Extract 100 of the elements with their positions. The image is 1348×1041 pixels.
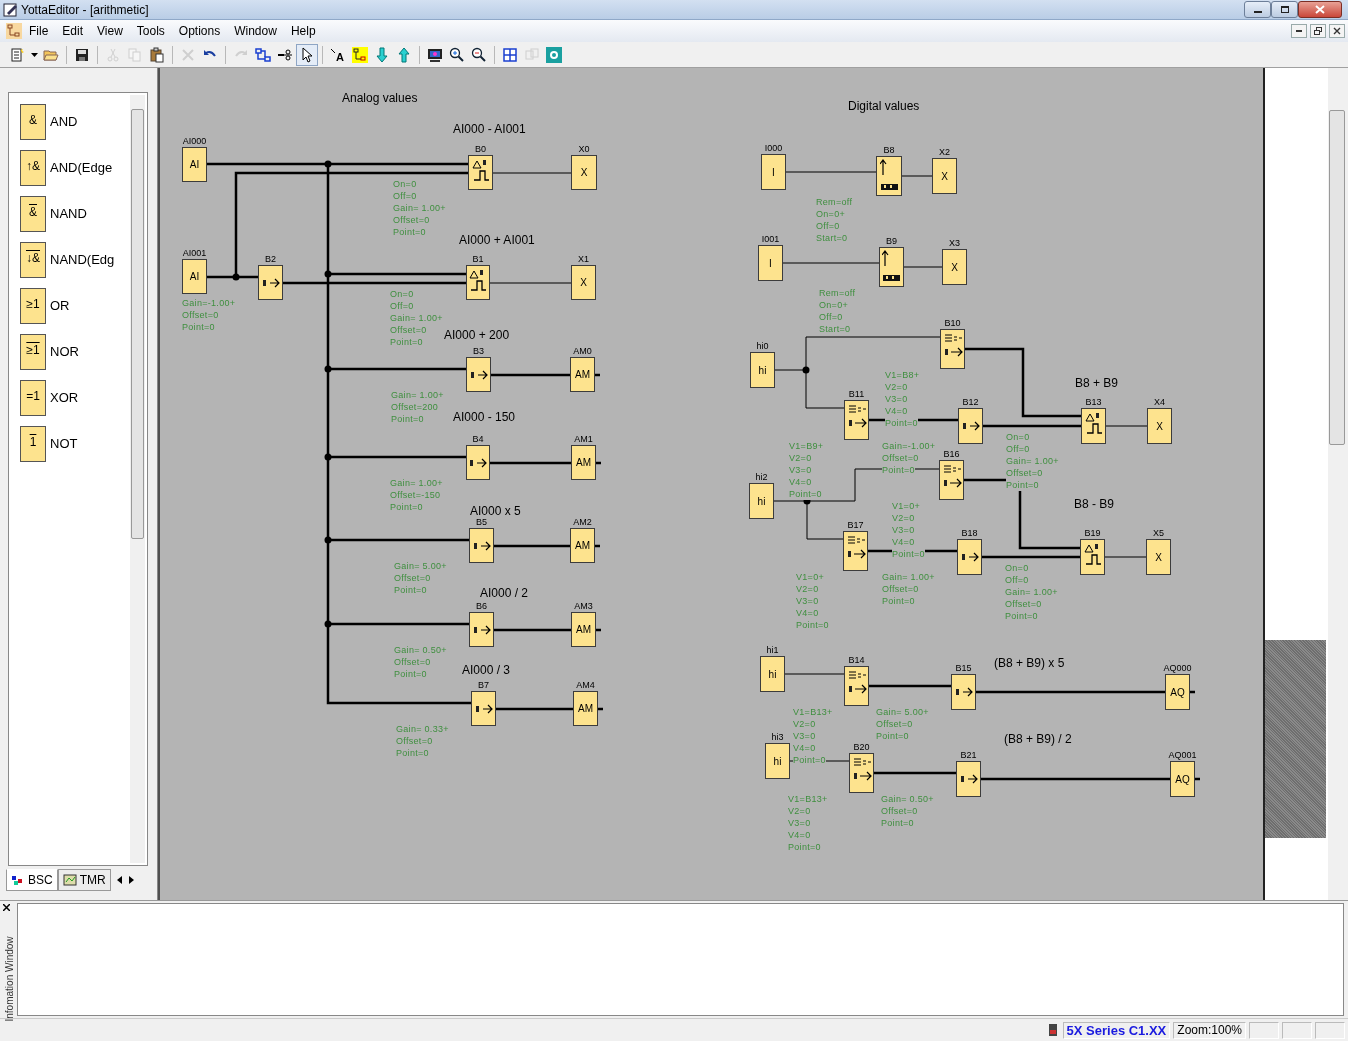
input-block[interactable]: hi (749, 483, 774, 519)
palette-item[interactable]: ↓& NAND(Edg (9, 237, 127, 283)
block-label: B5 (476, 517, 487, 527)
amplifier-block[interactable] (258, 265, 283, 300)
output-block[interactable]: AM (570, 357, 595, 392)
menu-item[interactable]: Options (171, 20, 228, 42)
counter-block[interactable] (876, 156, 902, 196)
parameter-text: Offset=0 (881, 805, 918, 817)
parameter-text: Offset=0 (394, 656, 431, 668)
amplifier-block[interactable] (956, 761, 981, 797)
parameter-text: V2=0 (793, 718, 816, 730)
block-label: AQ000 (1163, 663, 1192, 673)
input-block[interactable]: hi (765, 743, 790, 779)
output-block[interactable]: AQ (1170, 761, 1195, 797)
output-block[interactable]: AM (571, 445, 596, 480)
amplifier-block[interactable] (466, 357, 491, 392)
parameter-text: Gain= 1.00+ (1005, 586, 1058, 598)
tab[interactable]: BSC (6, 869, 58, 891)
menu-item[interactable]: Window (227, 20, 284, 42)
palette-item[interactable]: 1 NOT (9, 421, 127, 467)
output-block[interactable]: AM (573, 691, 598, 726)
diagram-heading: AI000 x 5 (470, 504, 521, 518)
multiplexer-block[interactable] (844, 400, 869, 440)
output-block[interactable]: AM (571, 612, 596, 647)
diagram-heading: AI000 + 200 (444, 328, 510, 342)
menu-item[interactable]: Tools (129, 20, 172, 42)
threshold-block[interactable] (1081, 408, 1106, 444)
counter-block[interactable] (879, 247, 904, 287)
menu-item[interactable]: Edit (55, 20, 91, 42)
diagram-heading: Analog values (342, 91, 418, 105)
app-menu-icon[interactable] (6, 23, 22, 39)
multiplexer-icon (942, 332, 963, 358)
amplifier-block[interactable] (958, 408, 983, 444)
parameter-text: On=0+ (816, 208, 846, 220)
menu-item[interactable]: View (90, 20, 130, 42)
parameter-text: V1=0+ (796, 571, 825, 583)
amplifier-block[interactable] (471, 691, 496, 726)
close-button[interactable] (0, 901, 12, 913)
menu-item[interactable]: File (22, 20, 56, 42)
parameter-text: Gain=-1.00+ (882, 440, 936, 452)
parameter-text: Point=0 (882, 464, 915, 476)
output-block[interactable]: X (571, 155, 597, 190)
amplifier-block[interactable] (957, 539, 982, 575)
minimize-button[interactable] (1244, 1, 1271, 18)
multiplexer-block[interactable] (939, 460, 964, 500)
threshold-block[interactable] (1080, 539, 1105, 575)
multiplexer-block[interactable] (849, 753, 874, 793)
amplifier-block[interactable] (951, 674, 976, 710)
output-block[interactable]: X (942, 249, 967, 285)
parameter-text: On=0 (1005, 562, 1029, 574)
multiplexer-block[interactable] (843, 531, 868, 571)
palette-item[interactable]: ≥1 NOR (9, 329, 127, 375)
tab[interactable]: TMR (57, 869, 111, 891)
threshold-block[interactable] (466, 265, 490, 300)
parameter-text: Rem=off (819, 287, 856, 299)
threshold-block[interactable] (468, 155, 493, 190)
multiplexer-block[interactable] (844, 666, 869, 706)
amplifier-icon (960, 551, 979, 563)
amplifier-block[interactable] (469, 528, 494, 563)
diagram-heading: Digital values (848, 99, 920, 113)
palette-item[interactable]: & AND (9, 99, 127, 145)
close-button[interactable] (1298, 1, 1342, 18)
palette-item[interactable]: =1 XOR (9, 375, 127, 421)
input-block[interactable]: hi (750, 352, 775, 388)
amplifier-block[interactable] (466, 445, 490, 480)
parameter-text: Point=0 (391, 413, 424, 425)
palette-item[interactable]: ≥1 OR (9, 283, 127, 329)
mdi-restore-button[interactable] (1310, 24, 1326, 38)
multiplexer-icon (845, 534, 866, 560)
gate-symbol: ≥1 (20, 288, 46, 324)
wire (901, 175, 933, 177)
block-label: B1 (472, 254, 484, 264)
parameter-text: Gain= 5.00+ (876, 706, 929, 718)
output-block[interactable]: X (1146, 539, 1171, 575)
output-block[interactable]: X (571, 265, 596, 300)
multiplexer-block[interactable] (940, 329, 965, 369)
scrollbar[interactable] (130, 95, 145, 863)
parameter-text: Point=0 (394, 584, 427, 596)
parameter-text: On=0 (1006, 431, 1030, 443)
input-block[interactable]: I (758, 245, 783, 281)
maximize-button[interactable] (1271, 1, 1298, 18)
output-block[interactable]: AQ (1165, 674, 1190, 710)
input-block[interactable]: AI (182, 147, 207, 182)
output-block[interactable]: AM (570, 528, 595, 563)
input-block[interactable]: hi (760, 656, 785, 692)
input-block[interactable]: AI (182, 259, 207, 294)
junction-dot (324, 160, 332, 168)
output-block[interactable]: X (932, 158, 957, 194)
amplifier-block[interactable] (469, 612, 494, 647)
palette-item[interactable]: ↑& AND(Edge (9, 145, 127, 191)
mdi-close-button[interactable] (1329, 24, 1345, 38)
input-block[interactable]: I (761, 154, 786, 190)
palette-item[interactable]: & NAND (9, 191, 127, 237)
output-block[interactable]: X (1147, 408, 1172, 444)
parameter-text: V4=0 (796, 607, 819, 619)
parameter-text: Gain= 1.00+ (390, 477, 443, 489)
mdi-minimize-button[interactable] (1291, 24, 1307, 38)
parameter-text: Point=0 (876, 730, 909, 742)
menu-item[interactable]: Help (283, 20, 323, 42)
diagram-heading: AI000 - AI001 (453, 122, 526, 136)
